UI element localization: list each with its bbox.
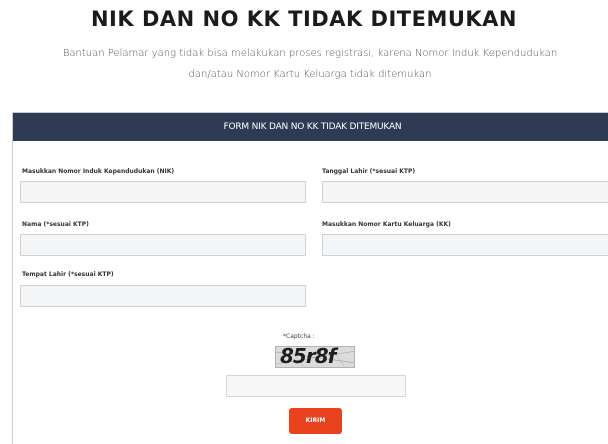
- tempat-lahir-label: Tempat Lahir (*sesuai KTP): [22, 271, 114, 278]
- tanggal-lahir-input[interactable]: [322, 181, 608, 203]
- nama-label: Nama (*sesuai KTP): [22, 221, 89, 228]
- page-title: NIK DAN NO KK TIDAK DITEMUKAN: [90, 7, 517, 31]
- nik-label: Masukkan Nomor Induk Kependudukan (NIK): [22, 168, 175, 175]
- nik-input[interactable]: [20, 181, 306, 203]
- tempat-lahir-input[interactable]: [20, 285, 306, 307]
- captcha-code: 85r8f: [280, 346, 336, 368]
- submit-button[interactable]: KIRIM: [289, 408, 342, 434]
- tanggal-lahir-label: Tanggal Lahir (*sesuai KTP): [322, 168, 416, 175]
- captcha-label: *Captcha :: [283, 333, 315, 340]
- no-kk-input[interactable]: [322, 234, 608, 256]
- no-kk-label: Masukkan Nomor Kartu Keluarga (KK): [322, 221, 451, 228]
- captcha-image: 85r8f: [275, 346, 355, 368]
- captcha-input[interactable]: [226, 375, 406, 397]
- page-description: Bantuan Pelamar yang tidak bisa melakuka…: [62, 48, 558, 80]
- nama-input[interactable]: [20, 234, 306, 256]
- form-header: FORM NIK DAN NO KK TIDAK DITEMUKAN: [13, 113, 608, 141]
